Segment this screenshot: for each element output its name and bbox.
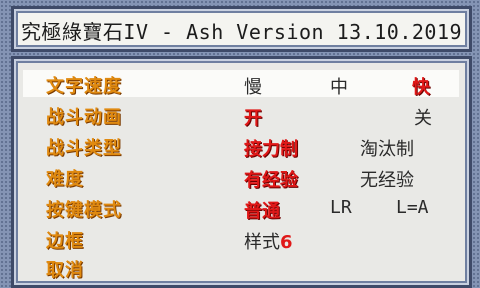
menu-label-button-mode: 按键模式: [46, 200, 122, 221]
menu-label-battle-style: 战斗类型: [46, 138, 122, 159]
game-title: 究極綠寶石IV - Ash Version 13.10.2019: [20, 20, 463, 44]
title-window: 究極綠寶石IV - Ash Version 13.10.2019: [11, 6, 472, 52]
frame-style-value[interactable]: 样式6: [244, 228, 293, 254]
option-fast[interactable]: 快: [412, 73, 430, 99]
menu-label-frame: 边框: [46, 231, 84, 252]
option-on[interactable]: 开: [244, 104, 262, 130]
option-inexperienced[interactable]: 无经验: [360, 166, 414, 192]
option-l-equals-a[interactable]: L=A: [396, 197, 429, 218]
option-slow[interactable]: 慢: [244, 73, 262, 99]
frame-style-number: 6: [280, 232, 293, 253]
menu-label-battle-animation: 战斗动画: [46, 107, 122, 128]
option-medium[interactable]: 中: [330, 73, 348, 99]
frame-style-prefix: 样式: [244, 232, 280, 253]
option-normal[interactable]: 普通: [244, 197, 280, 223]
option-shift[interactable]: 接力制: [244, 135, 298, 161]
option-experienced[interactable]: 有经验: [244, 166, 298, 192]
option-lr[interactable]: LR: [330, 197, 352, 218]
option-off[interactable]: 关: [414, 104, 432, 130]
menu-label-text-speed: 文字速度: [46, 76, 122, 97]
menu-label-cancel[interactable]: 取消: [46, 256, 84, 282]
option-set[interactable]: 淘汰制: [360, 135, 414, 161]
menu-label-difficulty: 难度: [46, 169, 84, 190]
